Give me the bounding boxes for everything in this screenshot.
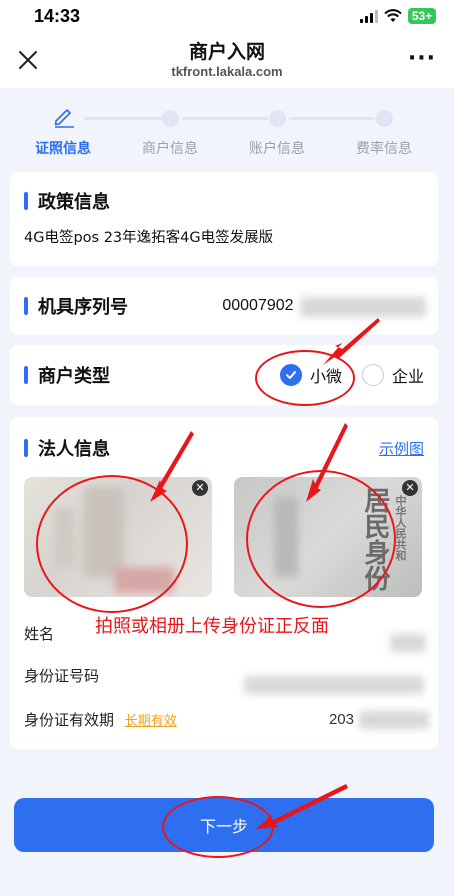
step-node (376, 110, 393, 127)
page-url: tkfront.lakala.com (171, 64, 283, 79)
step-label-4[interactable]: 费率信息 (339, 138, 429, 158)
merchant-type-label: 商户类型 (38, 366, 110, 387)
long-term-link[interactable]: 长期有效 (125, 714, 177, 729)
nav-titles: 商户入网 tkfront.lakala.com (171, 40, 282, 80)
battery-icon: 53+ (408, 8, 436, 24)
policy-title-text: 政策信息 (38, 192, 110, 213)
annotation-circle-radio (255, 350, 355, 406)
step-line (84, 117, 162, 120)
pencil-icon (54, 109, 74, 128)
legal-title-text: 法人信息 (38, 439, 110, 460)
policy-value: 4G电签pos 23年逸拓客4G电签发展版 (24, 230, 274, 246)
redacted-blur (390, 633, 426, 652)
nav-bar: 商户入网 tkfront.lakala.com ··· (0, 32, 454, 88)
example-image-link[interactable]: 示例图 (379, 438, 424, 459)
title-bar (24, 366, 28, 384)
annotation-circle-id-back (246, 470, 396, 608)
step-line (289, 117, 375, 120)
title-bar (24, 439, 28, 457)
annotation-circle-id-front (36, 475, 188, 613)
id-validity-row[interactable]: 身份证有效期 长期有效 203 (24, 709, 429, 730)
page-title: 商户入网 (188, 41, 265, 63)
radio-enterprise[interactable]: 企业 (361, 363, 424, 387)
step-label-3[interactable]: 账户信息 (232, 138, 322, 158)
annotation-text: 拍照或相册上传身份证正反面 (95, 616, 329, 637)
status-time: 14:33 (34, 5, 81, 26)
radio-enterprise-label: 企业 (391, 367, 424, 386)
serial-label: 机具序列号 (38, 297, 128, 318)
id-validity-label: 身份证有效期 (24, 711, 115, 729)
serial-card[interactable]: 机具序列号 00007902 (10, 277, 438, 335)
policy-card: 政策信息 4G电签pos 23年逸拓客4G电签发展版 (10, 172, 438, 266)
progress-steps: 证照信息 商户信息 账户信息 费率信息 (0, 100, 454, 160)
legal-head: 法人信息 示例图 (24, 435, 424, 461)
title-bar (24, 192, 28, 210)
legal-title: 法人信息 (24, 435, 110, 461)
merchant-type-card: 商户类型 小微 企业 (10, 345, 438, 405)
step-label-1[interactable]: 证照信息 (18, 138, 108, 158)
radio-empty-icon (361, 364, 384, 386)
id-validity-label-wrap: 身份证有效期 长期有效 (24, 709, 177, 730)
step-line (182, 117, 268, 120)
serial-number: 00007902 (222, 297, 294, 314)
more-icon[interactable]: ··· (408, 48, 436, 70)
step-node (269, 110, 286, 127)
signal-icon (360, 9, 378, 23)
serial-value: 00007902 (222, 297, 427, 317)
title-bar (24, 297, 28, 315)
remove-image-icon[interactable]: ✕ (192, 480, 208, 496)
id-number-row[interactable]: 身份证号码 (24, 665, 424, 694)
step-node (162, 110, 179, 127)
wifi-icon (384, 9, 402, 22)
status-bar: 14:33 53+ (0, 0, 454, 32)
id-validity-value: 203 (328, 711, 429, 729)
close-icon[interactable] (16, 48, 40, 72)
redacted-blur (358, 711, 429, 729)
merchant-type-title: 商户类型 (24, 362, 110, 388)
annotation-circle-next (162, 796, 274, 858)
remove-image-icon[interactable]: ✕ (402, 480, 418, 496)
id-number-label: 身份证号码 (24, 667, 100, 685)
bottom-safe-area (0, 866, 454, 896)
id-validity-year: 203 (328, 711, 354, 728)
name-label: 姓名 (24, 625, 55, 643)
redacted-blur (244, 675, 424, 694)
redacted-blur (300, 297, 427, 317)
step-label-2[interactable]: 商户信息 (125, 138, 215, 158)
status-icons: 53+ (360, 8, 436, 24)
policy-title: 政策信息 (24, 188, 424, 214)
serial-title: 机具序列号 (24, 293, 128, 319)
